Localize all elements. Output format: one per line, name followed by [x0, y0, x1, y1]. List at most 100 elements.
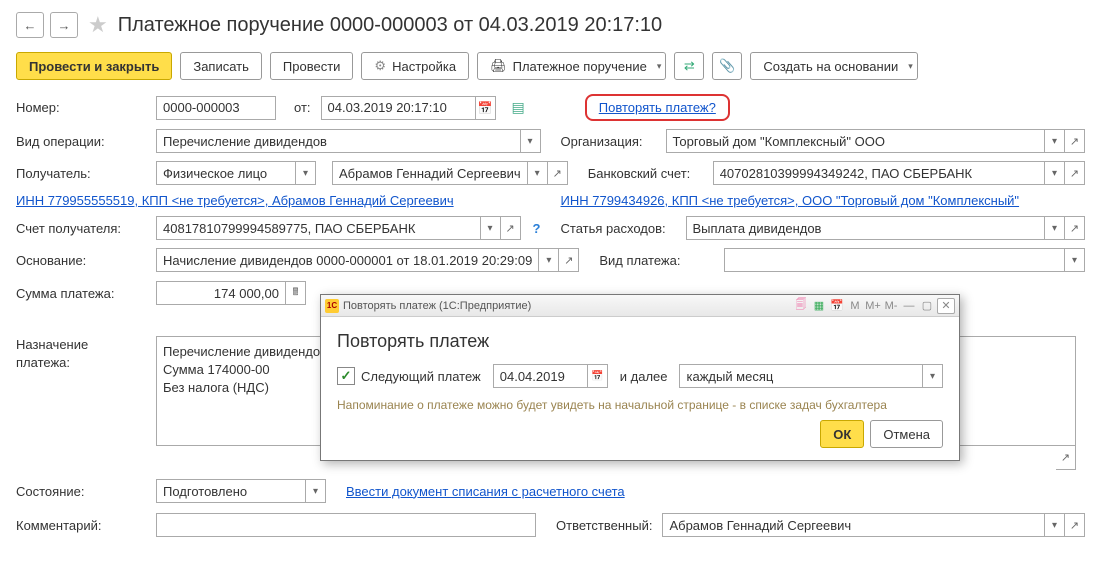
basis-dropdown[interactable]: ▾ [539, 248, 559, 272]
from-label: от: [294, 100, 311, 115]
amount-input[interactable]: 174 000,00 [156, 281, 286, 305]
recipient-open[interactable]: ↗ [548, 161, 568, 185]
purpose-label: Назначение платежа: [16, 336, 146, 372]
next-payment-date-input[interactable]: 04.04.2019 [493, 364, 588, 388]
recipient-inn-link[interactable]: ИНН 779955555519, КПП <не требуется>, Аб… [16, 193, 454, 208]
organization-open[interactable]: ↗ [1065, 129, 1085, 153]
amount-label: Сумма платежа: [16, 286, 146, 301]
swap-icon [684, 58, 695, 74]
state-dropdown[interactable]: ▾ [306, 479, 326, 503]
bank-account-input[interactable]: 40702810399994349242, ПАО СБЕРБАНК [713, 161, 1045, 185]
state-label: Состояние: [16, 484, 146, 499]
favorite-star-icon[interactable]: ★ [88, 12, 108, 38]
date-input-group: 04.03.2019 20:17:10 📅 [321, 96, 496, 120]
header-row: ← → ★ Платежное поручение 0000-000003 от… [16, 12, 1085, 38]
calendar-button[interactable]: 📅 [476, 96, 496, 120]
recipient-label: Получатель: [16, 166, 146, 181]
dialog-titlebar[interactable]: 1C Повторять платеж (1С:Предприятие) 🗐 ▦… [321, 295, 959, 317]
responsible-label: Ответственный: [556, 518, 652, 533]
nav-forward-button[interactable]: → [50, 12, 78, 38]
recipient-dropdown[interactable]: ▾ [528, 161, 548, 185]
amount-calculator[interactable]: 🖩 [286, 281, 306, 305]
comment-label: Комментарий: [16, 518, 146, 533]
date-input[interactable]: 04.03.2019 20:17:10 [321, 96, 476, 120]
operation-type-dropdown[interactable]: ▾ [521, 129, 541, 153]
attachments-button[interactable] [712, 52, 742, 80]
recipient-input[interactable]: Абрамов Геннадий Сергеевич [332, 161, 528, 185]
recipient-account-help[interactable]: ? [533, 221, 541, 236]
bank-account-open[interactable]: ↗ [1065, 161, 1085, 185]
recipient-account-input[interactable]: 40817810799994589775, ПАО СБЕРБАНК [156, 216, 481, 240]
recipient-account-dropdown[interactable]: ▾ [481, 216, 501, 240]
responsible-open[interactable]: ↗ [1065, 513, 1085, 537]
responsible-input[interactable]: Абрамов Геннадий Сергеевич [662, 513, 1045, 537]
print-button[interactable]: Платежное поручение [477, 52, 666, 80]
number-input[interactable]: 0000-000003 [156, 96, 276, 120]
pay-type-dropdown[interactable]: ▾ [1065, 248, 1085, 272]
period-dropdown[interactable]: ▾ [923, 364, 943, 388]
period-input[interactable]: каждый месяц [679, 364, 923, 388]
next-payment-calendar-button[interactable]: 📅 [588, 364, 608, 388]
post-and-close-button[interactable]: Провести и закрыть [16, 52, 172, 80]
operation-type-label: Вид операции: [16, 134, 146, 149]
repeat-payment-dialog: 1C Повторять платеж (1С:Предприятие) 🗐 ▦… [320, 294, 960, 461]
cancel-button[interactable]: Отмена [870, 420, 943, 448]
settings-button[interactable]: Настройка [361, 52, 469, 80]
expense-open[interactable]: ↗ [1065, 216, 1085, 240]
create-based-on-button[interactable]: Создать на основании [750, 52, 917, 80]
expense-label: Статья расходов: [561, 221, 676, 236]
tb-print-icon[interactable]: 🗐 [793, 298, 809, 314]
dialog-window-title: Повторять платеж (1С:Предприятие) [343, 300, 531, 312]
command-bar: Провести и закрыть Записать Провести Нас… [16, 52, 1085, 80]
maximize-button[interactable]: ▢ [919, 298, 935, 314]
responsible-dropdown[interactable]: ▾ [1045, 513, 1065, 537]
tb-m-button[interactable]: M [847, 298, 863, 314]
recipient-account-label: Счет получателя: [16, 221, 146, 236]
recipient-type-dropdown[interactable]: ▾ [296, 161, 316, 185]
repeat-payment-link[interactable]: Повторять платеж? [599, 100, 716, 115]
app-logo-icon: 1C [325, 299, 339, 313]
comment-input[interactable] [156, 513, 536, 537]
basis-input[interactable]: Начисление дивидендов 0000-000001 от 18.… [156, 248, 539, 272]
page-title: Платежное поручение 0000-000003 от 04.03… [118, 14, 662, 37]
pay-type-input[interactable] [724, 248, 1065, 272]
next-payment-checkbox[interactable]: ✓ [337, 367, 355, 385]
expense-input[interactable]: Выплата дивидендов [686, 216, 1046, 240]
next-payment-label: Следующий платеж [361, 369, 481, 384]
calendar-icon: 📅 [591, 371, 603, 382]
operation-type-input[interactable]: Перечисление дивидендов [156, 129, 521, 153]
basis-open[interactable]: ↗ [559, 248, 579, 272]
gear-icon [374, 58, 386, 74]
state-input[interactable]: Подготовлено [156, 479, 306, 503]
tb-mplus-button[interactable]: M+ [865, 298, 881, 314]
pay-type-label: Вид платежа: [599, 253, 714, 268]
expense-dropdown[interactable]: ▾ [1045, 216, 1065, 240]
organization-label: Организация: [561, 134, 656, 149]
bank-account-dropdown[interactable]: ▾ [1045, 161, 1065, 185]
paperclip-icon [719, 58, 735, 74]
basis-label: Основание: [16, 253, 146, 268]
bank-account-label: Банковский счет: [588, 166, 703, 181]
organization-dropdown[interactable]: ▾ [1045, 129, 1065, 153]
swap-button[interactable] [674, 52, 704, 80]
save-button[interactable]: Записать [180, 52, 262, 80]
recipient-account-open[interactable]: ↗ [501, 216, 521, 240]
dialog-hint: Напоминание о платеже можно будет увидет… [337, 398, 943, 412]
printer-icon [490, 58, 507, 74]
post-button[interactable]: Провести [270, 52, 354, 80]
ok-button[interactable]: ОК [820, 420, 864, 448]
purpose-open[interactable]: ↗ [1056, 446, 1076, 470]
tb-grid-icon[interactable]: ▦ [811, 298, 827, 314]
nav-back-button[interactable]: ← [16, 12, 44, 38]
minimize-button[interactable]: — [901, 298, 917, 314]
organization-input[interactable]: Торговый дом "Комплексный" ООО [666, 129, 1046, 153]
org-inn-link[interactable]: ИНН 7799434926, КПП <не требуется>, ООО … [561, 193, 1020, 208]
tb-calendar-icon[interactable]: 📅 [829, 298, 845, 314]
close-button[interactable]: ✕ [937, 298, 955, 314]
recipient-type-input[interactable]: Физическое лицо [156, 161, 296, 185]
writeoff-link[interactable]: Ввести документ списания с расчетного сч… [346, 484, 625, 499]
number-label: Номер: [16, 100, 146, 115]
tb-mminus-button[interactable]: M- [883, 298, 899, 314]
calendar-icon: 📅 [478, 101, 493, 115]
dialog-heading: Повторять платеж [337, 331, 943, 352]
